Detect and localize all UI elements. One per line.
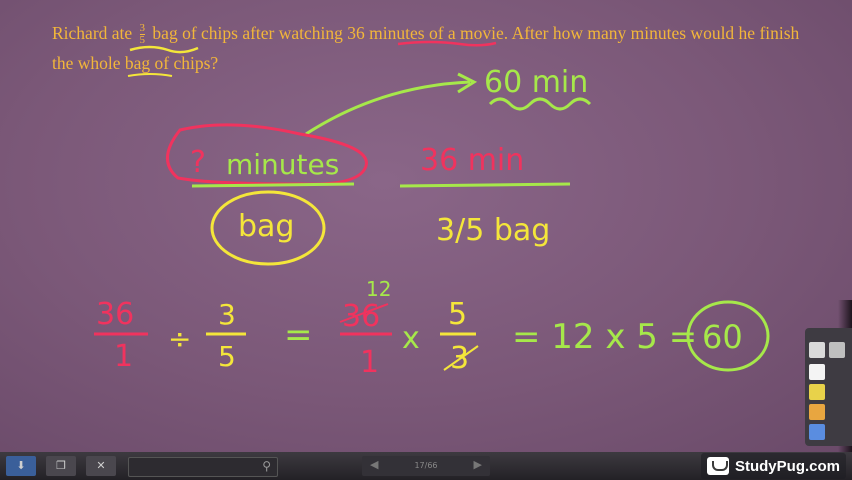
ink-fraction-bar-1 <box>191 182 355 188</box>
ink-underline-36min <box>397 40 497 47</box>
ink-squiggle <box>488 97 592 111</box>
pager: ◀ 17/66 ▶ <box>362 456 490 476</box>
eq-equals-1: = <box>284 315 313 355</box>
pen-icon[interactable] <box>809 342 825 358</box>
eq-a-numerator: 36 <box>96 297 134 332</box>
eq-c-denominator: 1 <box>360 345 379 380</box>
eq-c-numerator: 36 <box>342 299 380 334</box>
settings-icon[interactable] <box>809 424 825 440</box>
studypug-logo-icon <box>706 457 729 475</box>
rate-denominator: 3/5 bag <box>436 213 550 248</box>
eq-result: = 12 x 5 = <box>512 317 697 357</box>
brand-name: StudyPug.com <box>734 457 840 475</box>
page-indicator: 17/66 <box>414 461 438 470</box>
eq-a-denominator: 1 <box>114 339 133 374</box>
tool-palette <box>805 328 852 446</box>
studypug-watermark: StudyPug.com <box>700 453 846 479</box>
eq-divide: ÷ <box>168 322 191 355</box>
bag-label: bag <box>238 209 294 244</box>
pages-icon[interactable]: ❐ <box>46 456 76 476</box>
answer-note: 60 min <box>484 65 588 100</box>
ink-fraction-bar-2 <box>399 182 571 188</box>
download-icon[interactable]: ⬇ <box>6 456 36 476</box>
shape-icon[interactable] <box>809 404 825 420</box>
color-yellow-icon[interactable] <box>809 384 825 400</box>
eq-c-top: 12 <box>366 277 391 301</box>
eq-d-numerator: 5 <box>448 297 467 332</box>
ink-arrow <box>305 80 471 136</box>
rate-numerator: 36 min <box>420 143 524 178</box>
eq-b-denominator: 5 <box>218 340 236 373</box>
board-ink: 60 min ? minutes bag 36 min 3/5 bag 36 1… <box>94 40 770 380</box>
search-input[interactable]: ⚲ <box>128 457 278 477</box>
minutes-label: minutes <box>226 148 339 181</box>
search-icon: ⚲ <box>262 459 271 473</box>
eq-b-numerator: 3 <box>218 298 236 331</box>
eq-times: x <box>402 321 420 356</box>
eraser-icon[interactable] <box>809 364 825 380</box>
ink-underline-minutes <box>127 73 173 77</box>
question-mark: ? <box>190 145 206 180</box>
ink-underline-fraction <box>129 45 199 54</box>
eq-answer: 60 <box>702 318 743 356</box>
highlighter-icon[interactable] <box>829 342 845 358</box>
next-page-icon[interactable]: ▶ <box>474 458 482 471</box>
tools-icon[interactable]: ✕ <box>86 456 116 476</box>
